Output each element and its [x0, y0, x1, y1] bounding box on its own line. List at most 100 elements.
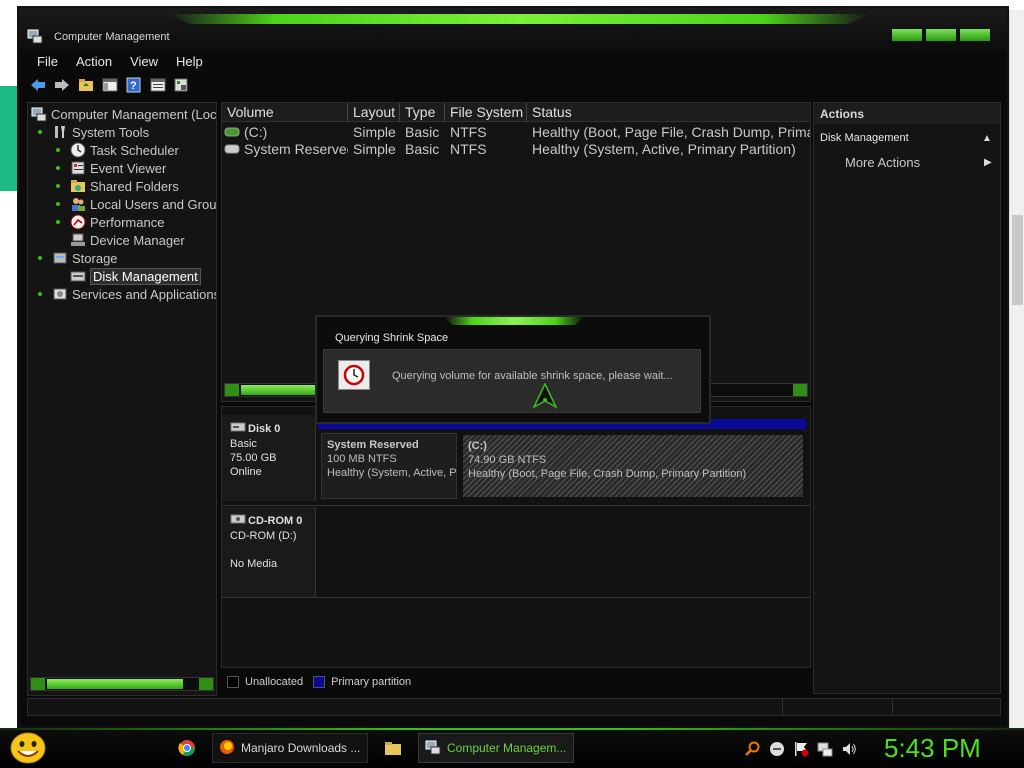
expand-indicator[interactable] [56, 202, 60, 206]
tree-item-services[interactable]: Services and Applications [38, 285, 216, 303]
network-icon[interactable] [817, 741, 833, 762]
menu-action[interactable]: Action [68, 52, 120, 72]
partition-system-reserved[interactable]: System Reserved 100 MB NTFS Healthy (Sys… [321, 433, 457, 499]
hard-disk-icon [230, 421, 246, 437]
more-actions[interactable]: More Actions [845, 155, 920, 170]
maximize-button[interactable] [925, 28, 957, 42]
table-row[interactable]: (C:) Simple Basic NTFS Healthy (Boot, Pa… [222, 124, 810, 141]
menu-file[interactable]: File [29, 52, 66, 72]
chevron-right-icon: ▶ [984, 157, 992, 168]
divider [222, 597, 810, 598]
column-type[interactable]: Type [400, 103, 445, 122]
forward-arrow-icon[interactable] [53, 76, 71, 94]
partition-size: 100 MB NTFS [327, 453, 397, 465]
tree-item-label: Local Users and Groups [90, 196, 217, 212]
busy-cursor-icon [532, 382, 558, 414]
dialog-title: Querying Shrink Space [335, 332, 449, 344]
tree-item-device-manager[interactable]: Device Manager [70, 231, 185, 249]
disk-state: Online [230, 466, 262, 478]
column-file-system[interactable]: File System [445, 103, 527, 122]
chrome-icon[interactable] [178, 739, 196, 762]
type-cell: Basic [405, 124, 440, 140]
tree-item-task-scheduler[interactable]: Task Scheduler [56, 141, 179, 159]
back-arrow-icon[interactable] [29, 76, 47, 94]
device-manager-icon [70, 232, 86, 248]
start-button[interactable] [8, 730, 48, 766]
tree-item-event-viewer[interactable]: Event Viewer [56, 159, 166, 177]
tree-root[interactable]: Computer Management (Local) [31, 105, 216, 123]
disk-0-label[interactable]: Disk 0 Basic 75.00 GB Online [222, 415, 316, 501]
column-layout[interactable]: Layout [348, 103, 400, 122]
scroll-thumb[interactable] [241, 385, 321, 395]
table-row[interactable]: System Reserved Simple Basic NTFS Health… [222, 141, 810, 158]
properties-icon[interactable] [149, 76, 167, 94]
tree-horizontal-scrollbar[interactable] [30, 677, 214, 691]
filesystem-cell: NTFS [450, 124, 487, 140]
minimize-button[interactable] [891, 28, 923, 42]
clock-icon [338, 360, 370, 390]
column-volume[interactable]: Volume [222, 103, 348, 122]
tree-item-label: Disk Management [90, 267, 201, 285]
taskbar-computer-management-button[interactable]: Computer Managem... [418, 733, 574, 763]
status-cell: Healthy (Boot, Page File, Crash Dump, Pr… [532, 124, 810, 140]
help-icon[interactable]: ? [125, 76, 143, 94]
querying-shrink-dialog: Querying Shrink Space Querying volume fo… [315, 315, 711, 424]
users-icon [70, 196, 86, 212]
tree-item-system-tools[interactable]: System Tools [38, 123, 149, 141]
refresh-icon[interactable] [173, 76, 191, 94]
partition-status: Healthy (System, Active, Primary Partiti… [327, 467, 457, 479]
taskbar-firefox-button[interactable]: Manjaro Downloads ... [212, 733, 368, 763]
collapse-up-icon[interactable]: ▲ [982, 133, 992, 144]
menu-view[interactable]: View [122, 52, 166, 72]
scroll-left-button[interactable] [31, 678, 45, 690]
partition-c[interactable]: (C:) 74.90 GB NTFS Healthy (Boot, Page F… [461, 433, 805, 499]
cdrom-state: No Media [230, 558, 278, 570]
expand-indicator[interactable] [38, 292, 42, 296]
tree-item-storage[interactable]: Storage [38, 249, 118, 267]
expand-indicator[interactable] [56, 220, 60, 224]
menu-help[interactable]: Help [168, 52, 211, 72]
taskbar-glow [0, 728, 1024, 730]
taskbar-button-label: Computer Managem... [447, 741, 567, 755]
column-status[interactable]: Status [527, 103, 810, 122]
scroll-left-button[interactable] [225, 384, 239, 396]
cdrom-0-label[interactable]: CD-ROM 0 CD-ROM (D:) No Media [222, 507, 316, 597]
performance-icon [70, 214, 86, 230]
layout-cell: Simple [353, 141, 396, 157]
expand-indicator[interactable] [56, 184, 60, 188]
status-icon[interactable] [769, 741, 785, 762]
expand-indicator[interactable] [56, 166, 60, 170]
toolbar: ? [19, 72, 1007, 98]
expand-indicator[interactable] [56, 148, 60, 152]
actions-section-disk-management[interactable]: Disk Management [820, 132, 909, 144]
background-scrollbar[interactable] [1009, 10, 1024, 730]
actions-pane: Actions Disk Management ▲ More Actions ▶ [813, 102, 1001, 694]
explorer-icon[interactable] [384, 739, 402, 762]
action-center-flag-icon[interactable] [793, 741, 809, 762]
scroll-right-button[interactable] [793, 384, 807, 396]
expand-indicator[interactable] [38, 130, 42, 134]
search-icon[interactable] [745, 741, 761, 762]
close-button[interactable] [959, 28, 991, 42]
tree-item-disk-management[interactable]: Disk Management [70, 267, 201, 285]
volume-name: (C:) [244, 124, 268, 140]
status-bar [27, 698, 1001, 716]
title-glow [169, 14, 869, 24]
show-hide-tree-icon[interactable] [101, 76, 119, 94]
folder-up-icon[interactable] [77, 76, 95, 94]
background-scroll-thumb[interactable] [1012, 215, 1023, 305]
firefox-icon [219, 739, 235, 758]
expand-indicator[interactable] [38, 256, 42, 260]
title-bar[interactable]: Computer Management [19, 8, 1007, 52]
volume-icon[interactable] [841, 741, 857, 762]
taskbar-clock[interactable]: 5:43 PM [884, 733, 981, 764]
computer-management-icon [27, 28, 43, 44]
tree-item-performance[interactable]: Performance [56, 213, 164, 231]
disk-name: Disk 0 [248, 423, 281, 435]
scroll-thumb[interactable] [47, 679, 183, 689]
drive-icon [224, 124, 240, 141]
disk-management-icon [70, 268, 86, 284]
tree-item-local-users[interactable]: Local Users and Groups [56, 195, 217, 213]
scroll-right-button[interactable] [199, 678, 213, 690]
tree-item-shared-folders[interactable]: Shared Folders [56, 177, 179, 195]
